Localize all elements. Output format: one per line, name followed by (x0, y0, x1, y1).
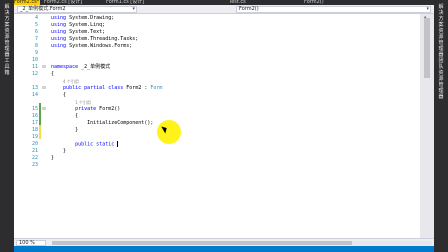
left-panel-label[interactable]: 解决方案资源管理器 工具箱 (3, 4, 11, 76)
line-number: 22 (31, 155, 38, 161)
type-dropdown-value: _2_单例模式.Form2 (20, 6, 66, 12)
code-line: using System.Linq; (51, 22, 106, 28)
code-line: private Form2() (75, 106, 121, 112)
line-number: 13 (31, 85, 38, 91)
code-line: using System.Text; (51, 29, 106, 35)
chevron-down-icon: ▾ (132, 6, 135, 12)
line-number-gutter: 4 5 6 7 8 9 10 11 12 13 14 15 16 17 18 19 20 21 22 23 (14, 14, 41, 238)
horizontal-scroll-thumb[interactable] (52, 241, 352, 245)
mouse-cursor-highlight (157, 120, 181, 144)
member-dropdown[interactable]: Form2() ▾ (236, 6, 431, 13)
fold-toggle-icon[interactable]: ⊟ (41, 64, 47, 71)
line-number: 20 (31, 141, 38, 147)
code-line: namespace _2_单例模式 (51, 64, 111, 70)
vertical-scroll-thumb[interactable] (424, 18, 430, 78)
line-number: 11 (31, 64, 38, 70)
chevron-down-icon: ▾ (426, 6, 429, 12)
line-number: 9 (34, 50, 38, 56)
line-number: 19 (31, 134, 38, 140)
line-number: 21 (31, 148, 38, 154)
line-number: 4 (34, 15, 38, 21)
navigation-bar: _2_单例模式.Form2 ▾ Form2() ▾ (14, 5, 434, 14)
horizontal-scrollbar[interactable] (52, 241, 432, 245)
fold-toggle-icon[interactable]: ⊟ (41, 85, 47, 92)
editor-bottom-bar: 100 % (14, 238, 434, 246)
right-tool-strip[interactable]: 解决方案资源管理器 团队资源管理器 (434, 0, 448, 252)
line-number: 17 (31, 120, 38, 126)
line-number: 5 (34, 22, 38, 28)
left-tool-strip[interactable]: 解决方案资源管理器 工具箱 (0, 0, 14, 252)
status-bar (14, 246, 434, 252)
line-number: 8 (34, 43, 38, 49)
code-line: InitializeComponent(); (51, 120, 154, 126)
code-line: using System.Threading.Tasks; (51, 36, 139, 42)
vertical-scrollbar[interactable]: ▲ (420, 14, 434, 238)
code-line: { (51, 92, 67, 98)
line-number: 15 (31, 106, 38, 112)
line-number: 23 (31, 162, 38, 168)
type-dropdown[interactable]: _2_单例模式.Form2 ▾ (17, 6, 137, 13)
code-line: { (51, 113, 79, 119)
fold-toggle-icon[interactable]: ⊟ (41, 106, 47, 113)
line-number: 14 (31, 92, 38, 98)
code-line: { (51, 71, 55, 77)
code-line: } (51, 148, 67, 154)
code-line: using System.Windows.Forms; (51, 43, 133, 49)
code-line: } (51, 155, 55, 161)
unsaved-change-indicator (39, 125, 41, 139)
right-panel-label[interactable]: 解决方案资源管理器 团队资源管理器 (437, 4, 445, 100)
line-number: 12 (31, 71, 38, 77)
code-editor[interactable]: 4 5 6 7 8 9 10 11 12 13 14 15 16 17 18 19 20 21 22 23 using… (14, 14, 420, 238)
code-line: using System.Drawing; (51, 15, 115, 21)
line-number: 16 (31, 113, 38, 119)
line-number: 10 (31, 57, 38, 63)
code-line: } (51, 127, 79, 133)
member-dropdown-value: Form2() (239, 6, 259, 12)
code-line: public partial class Form2 : Form (63, 85, 163, 91)
line-number: 6 (34, 29, 38, 35)
line-number: 7 (34, 36, 38, 42)
line-number: 18 (31, 127, 38, 133)
